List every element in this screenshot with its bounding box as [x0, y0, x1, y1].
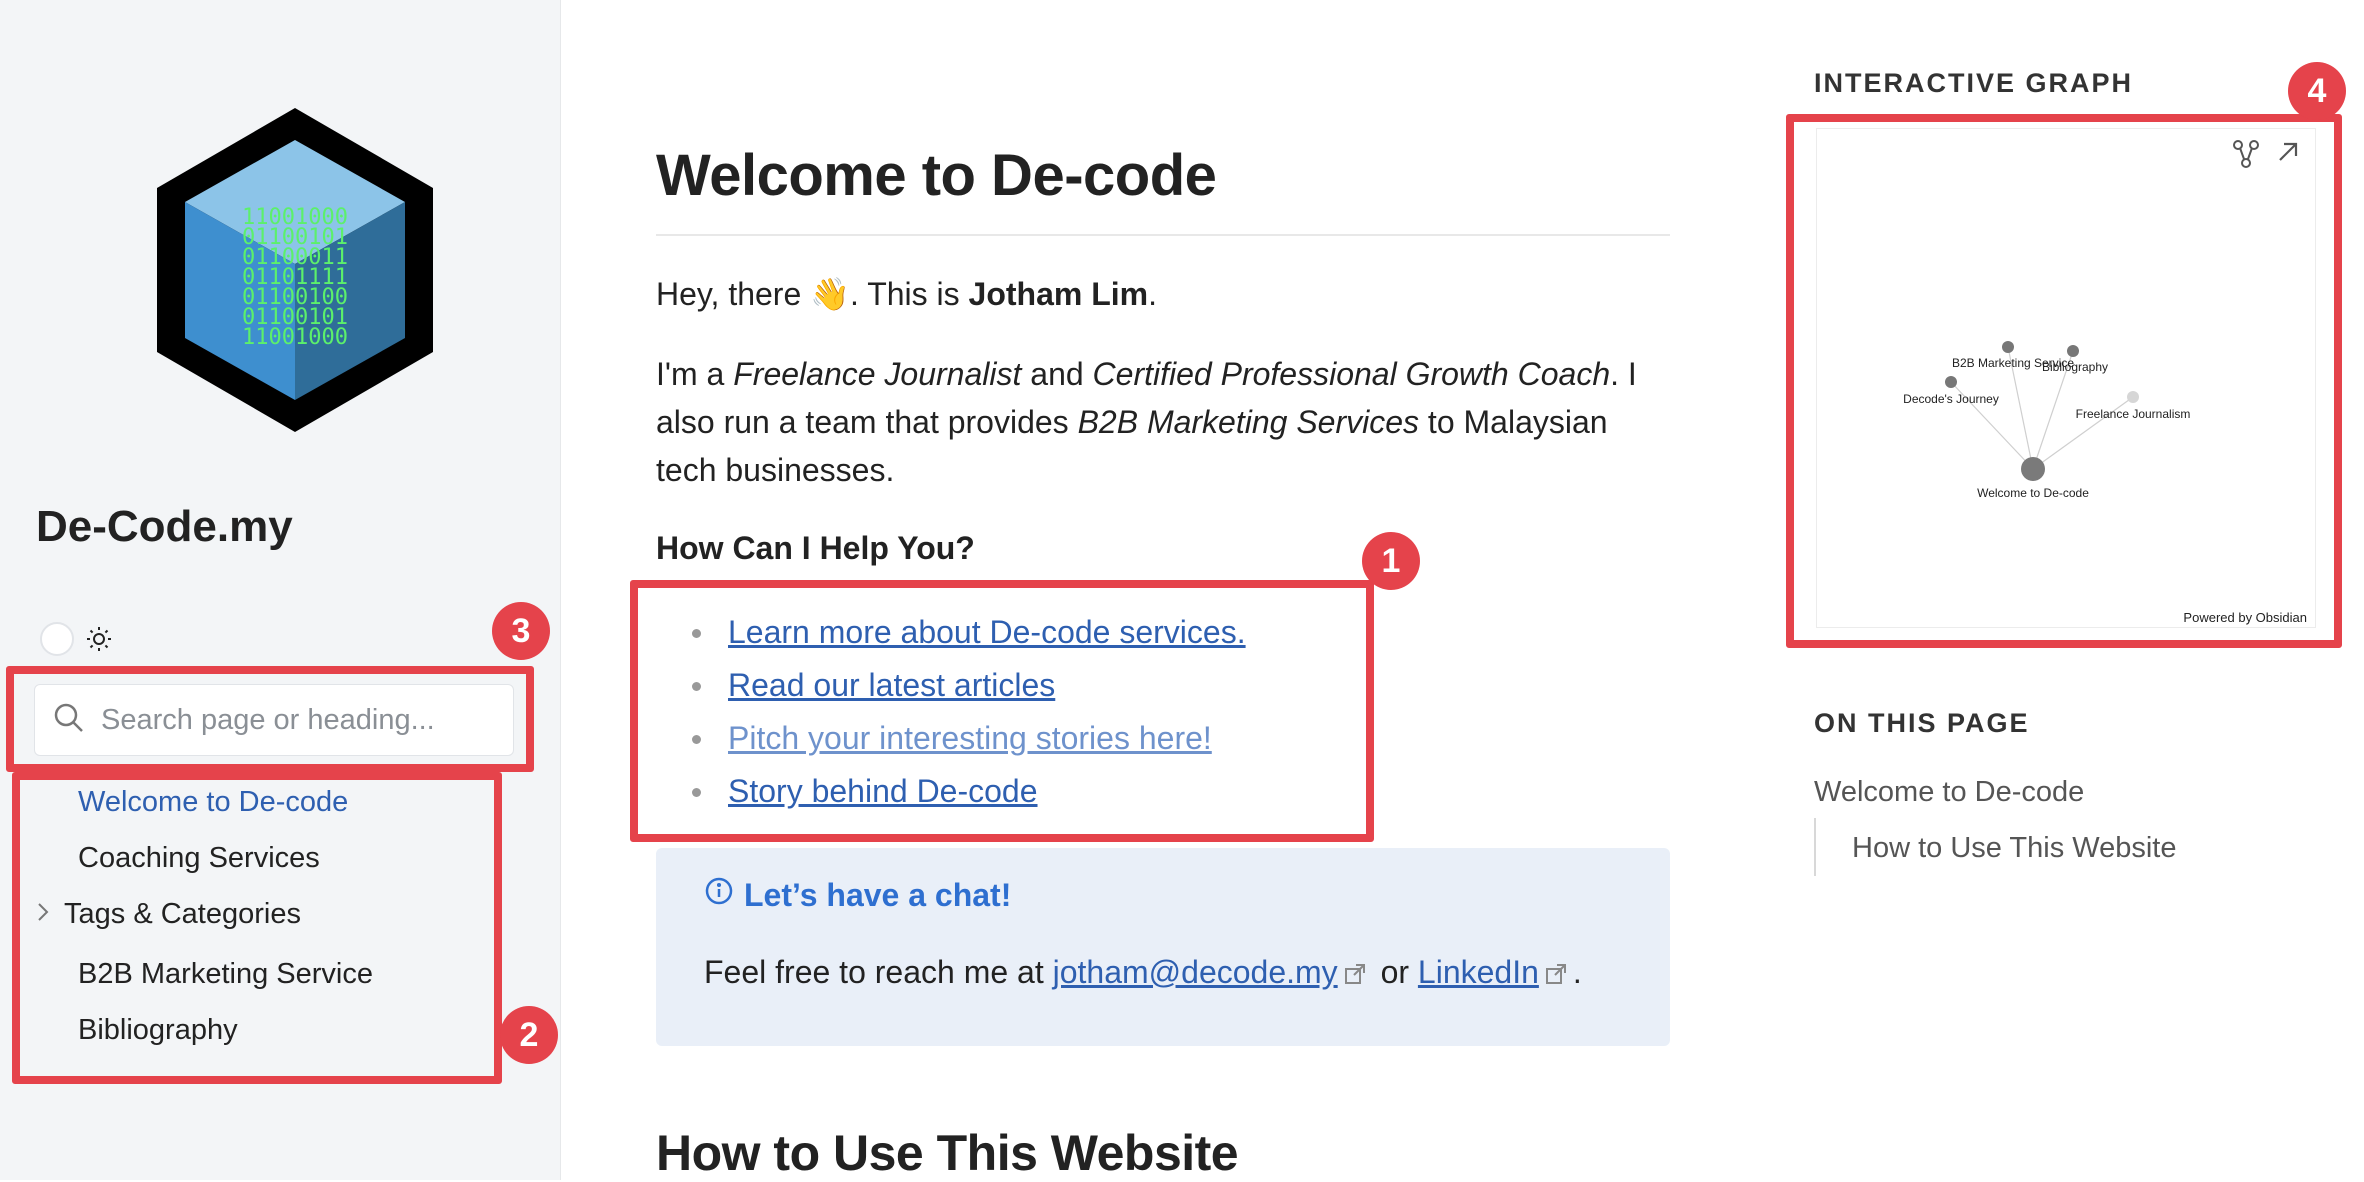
- toc-item-how-to[interactable]: How to Use This Website: [1852, 832, 2177, 865]
- intro-greeting: Hey, there 👋. This is: [656, 276, 969, 312]
- email-link[interactable]: jotham@decode.my: [1053, 954, 1338, 990]
- callout-text: .: [1572, 954, 1582, 990]
- external-link-icon: [1344, 956, 1366, 993]
- external-link-icon: [1545, 956, 1567, 993]
- callout-title-text: Let’s have a chat!: [744, 876, 1012, 913]
- annotation-box-4: [1786, 114, 2342, 648]
- title-divider: [656, 234, 1670, 236]
- annotation-box-2: [12, 772, 502, 1084]
- page-title: Welcome to De-code: [656, 143, 1217, 208]
- bio-text: I'm a: [656, 356, 734, 392]
- toc-label: ON THIS PAGE: [1814, 708, 2030, 738]
- info-icon: [704, 876, 734, 914]
- callout-text: or: [1371, 954, 1418, 990]
- graph-label: INTERACTIVE GRAPH: [1814, 68, 2134, 98]
- site-title[interactable]: De-Code.my: [36, 502, 293, 552]
- intro-paragraph: Hey, there 👋. This is Jotham Lim.: [656, 270, 1670, 318]
- help-heading: How Can I Help You?: [656, 530, 975, 566]
- bio-text: and: [1021, 356, 1093, 392]
- callout-text: Feel free to reach me at: [704, 954, 1053, 990]
- annotation-box-1: [630, 580, 1374, 842]
- callout-title: Let’s have a chat!: [704, 876, 1622, 914]
- author-name: Jotham Lim: [968, 276, 1149, 312]
- toc-indent-bar: [1814, 818, 1816, 876]
- annotation-box-3: [6, 666, 534, 772]
- toc-item-welcome[interactable]: Welcome to De-code: [1814, 776, 2084, 809]
- annotation-badge-1: 1: [1362, 532, 1420, 590]
- callout-body: Feel free to reach me at jotham@decode.m…: [704, 954, 1622, 993]
- annotation-badge-2: 2: [500, 1006, 558, 1064]
- annotation-badge-3: 3: [492, 602, 550, 660]
- linkedin-link[interactable]: LinkedIn: [1418, 954, 1539, 990]
- bio-service: B2B Marketing Services: [1077, 404, 1420, 440]
- annotation-badge-4: 4: [2288, 62, 2346, 120]
- info-callout: Let’s have a chat! Feel free to reach me…: [656, 848, 1670, 1046]
- site-logo[interactable]: 11001000 01100101 01100011 01101111 0110…: [150, 102, 440, 438]
- theme-toggle[interactable]: [40, 622, 114, 656]
- sun-icon[interactable]: [84, 624, 114, 654]
- theme-toggle-knob[interactable]: [40, 622, 74, 656]
- svg-text:11001000: 11001000: [242, 325, 348, 350]
- bio-paragraph: I'm a Freelance Journalist and Certified…: [656, 350, 1670, 494]
- intro-end: .: [1148, 276, 1157, 312]
- section-heading-how-to: How to Use This Website: [656, 1125, 1239, 1181]
- bio-role-coach: Certified Professional Growth Coach: [1092, 356, 1611, 392]
- bio-role-journalist: Freelance Journalist: [733, 356, 1022, 392]
